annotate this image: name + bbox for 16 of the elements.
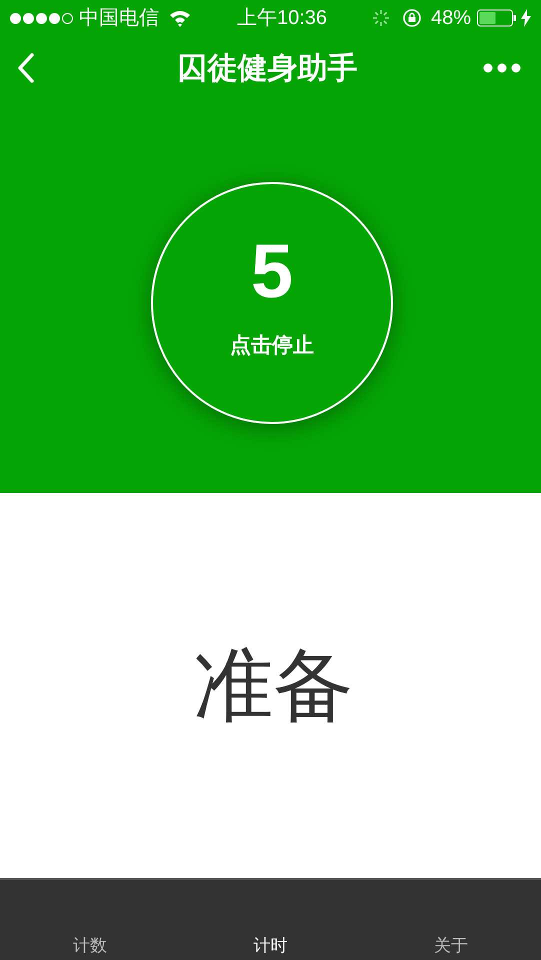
rotation-lock-icon	[402, 8, 422, 28]
carrier-name: 中国电信	[79, 6, 159, 31]
tab-item[interactable]: 关于	[434, 932, 468, 958]
tab-item[interactable]: 计数	[73, 932, 108, 958]
battery-percent: 48%	[430, 6, 471, 31]
page-title: 囚徒健身助手	[178, 50, 358, 86]
more-icon[interactable]	[483, 63, 521, 73]
tab-item[interactable]: 计时	[253, 932, 288, 958]
wifi-icon	[169, 9, 191, 27]
loading-icon	[372, 9, 390, 27]
clock-time: 上午10:36	[237, 6, 328, 31]
phase-label: 准备	[194, 640, 354, 732]
back-icon[interactable]	[16, 52, 36, 84]
battery-icon	[477, 9, 517, 27]
signal-icon	[10, 12, 73, 24]
charging-icon	[521, 9, 531, 27]
